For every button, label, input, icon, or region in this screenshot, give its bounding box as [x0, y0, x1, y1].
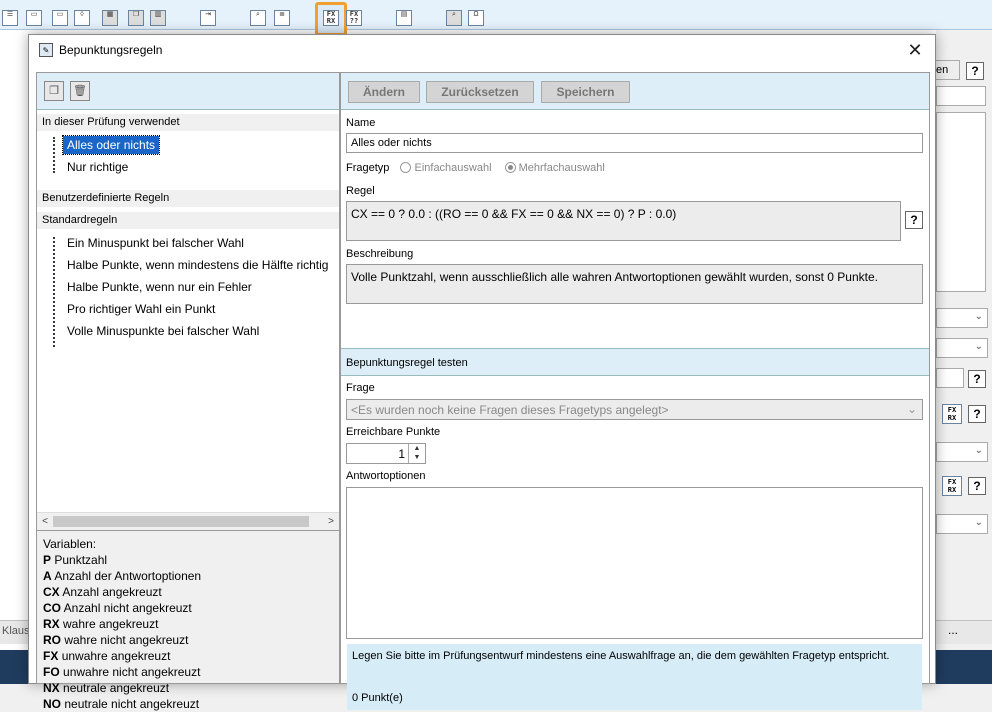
- background-help-button[interactable]: ?: [966, 62, 984, 80]
- description-field[interactable]: Volle Punktzahl, wenn ausschließlich all…: [346, 264, 923, 304]
- rule-label: Regel: [346, 185, 375, 197]
- import-icon[interactable]: ⇥: [200, 10, 216, 26]
- window-edit-icon[interactable]: ▭: [52, 10, 68, 26]
- variable-row: RO wahre nicht angekreuzt: [43, 633, 189, 647]
- rule-formula-field[interactable]: CX == 0 ? 0.0 : ((RO == 0 && FX == 0 && …: [346, 201, 901, 241]
- calculator-icon[interactable]: ▤: [396, 10, 412, 26]
- rules-list-panel: ❐ 🗑 In dieser Prüfung verwendet Alles od…: [36, 72, 343, 711]
- answer-options-label: Antwortoptionen: [346, 470, 426, 482]
- delete-rule-icon[interactable]: 🗑: [70, 81, 90, 101]
- rule-item-standard[interactable]: Pro richtiger Wahl ein Punkt: [63, 300, 219, 318]
- scroll-left-icon[interactable]: <: [37, 513, 53, 530]
- scoring-rules-dialog: ✎ Bepunktungsregeln ✕ ❐ 🗑 In dieser Prüf…: [28, 34, 936, 711]
- omega-icon[interactable]: Ω: [468, 10, 484, 26]
- variable-row: FO unwahre nicht angekreuzt: [43, 665, 201, 679]
- background-combo-4[interactable]: ⌄: [936, 514, 988, 534]
- scroll-right-icon[interactable]: >: [323, 513, 339, 530]
- name-label: Name: [346, 117, 376, 129]
- window-icon[interactable]: ▭: [26, 10, 42, 26]
- variables-title: Variablen:: [43, 537, 97, 551]
- test-result-area: Legen Sie bitte im Prüfungsentwurf minde…: [347, 644, 922, 710]
- background-help-button-3[interactable]: ?: [968, 405, 986, 423]
- fx-rules-icon[interactable]: FX RX: [323, 10, 339, 26]
- background-small-input[interactable]: [936, 368, 964, 388]
- copy-rule-icon[interactable]: ❐: [44, 81, 64, 101]
- dialog-app-icon: ✎: [39, 43, 53, 57]
- rule-details-toolbar: Ändern Zurücksetzen Speichern: [341, 73, 929, 110]
- main-toolbar: ☰ ▭ ▭ ◊ ▦ ❐ ▥ ⇥ ⌕ ≣ FX RX FX?? ▤ ⌕ Ω: [0, 0, 992, 36]
- rule-item-all-or-nothing[interactable]: Alles oder nichts: [61, 135, 161, 155]
- radio-single-choice[interactable]: Einfachauswahl: [400, 162, 492, 174]
- list-icon[interactable]: ☰: [2, 10, 18, 26]
- search-doc-icon[interactable]: ⌕: [446, 10, 462, 26]
- radio-multiple-icon[interactable]: [504, 162, 516, 173]
- background-help-button-4[interactable]: ?: [968, 477, 986, 495]
- change-button[interactable]: Ändern: [348, 81, 420, 103]
- rule-item-standard[interactable]: Ein Minuspunkt bei falscher Wahl: [63, 234, 248, 252]
- name-field[interactable]: Alles oder nichts: [346, 133, 923, 153]
- copy-icon[interactable]: ❐: [128, 10, 144, 26]
- tree-connector: [53, 137, 57, 173]
- variable-row: NX neutrale angekreuzt: [43, 681, 170, 695]
- save-button[interactable]: Speichern: [541, 81, 630, 103]
- background-input[interactable]: [936, 86, 986, 106]
- rule-item-standard[interactable]: Volle Minuspunkte bei falscher Wahl: [63, 322, 263, 340]
- variable-row: CX Anzahl angekreuzt: [43, 585, 162, 599]
- question-label: Frage: [346, 382, 375, 394]
- test-rule-header: Bepunktungsregel testen: [341, 348, 929, 376]
- variable-row: RX wahre angekreuzt: [43, 617, 159, 631]
- background-combo-3[interactable]: ⌄: [936, 442, 988, 462]
- fx-question-icon[interactable]: FX??: [346, 10, 362, 26]
- scrollbar-thumb[interactable]: [53, 516, 309, 527]
- radio-multiple-choice[interactable]: Mehrfachauswahl: [504, 162, 605, 174]
- background-help-button-2[interactable]: ?: [968, 370, 986, 388]
- variable-row: A Anzahl der Antwortoptionen: [43, 569, 202, 583]
- shield-window-icon[interactable]: ◊: [74, 10, 90, 26]
- status-more-button[interactable]: ...: [948, 623, 958, 637]
- horizontal-scrollbar[interactable]: < >: [37, 512, 339, 530]
- test-result: 0 Punkt(e): [352, 692, 403, 704]
- background-textarea[interactable]: [936, 112, 986, 292]
- background-fx-icon[interactable]: FX RX: [942, 404, 962, 424]
- variable-row: FX unwahre angekreuzt: [43, 649, 171, 663]
- background-combo-1[interactable]: ⌄: [936, 308, 988, 328]
- tree-connector-standard: [53, 237, 57, 347]
- question-type-label: Fragetyp Einfachauswahl Mehrfachauswahl: [346, 162, 605, 174]
- variables-legend: Variablen: P Punktzahl A Anzahl der Antw…: [37, 530, 339, 711]
- points-stepper[interactable]: 1 ▲ ▼: [346, 443, 426, 464]
- checklist-icon[interactable]: ≣: [274, 10, 290, 26]
- variable-row: P Punktzahl: [43, 553, 108, 567]
- rule-details-panel: Ändern Zurücksetzen Speichern Name Alles…: [340, 72, 930, 710]
- rule-item-only-correct[interactable]: Nur richtige: [63, 158, 132, 176]
- rule-item-standard[interactable]: Halbe Punkte, wenn nur ein Fehler: [63, 278, 256, 296]
- variable-row: CO Anzahl nicht angekreuzt: [43, 601, 192, 615]
- preview-icon[interactable]: ⌕: [250, 10, 266, 26]
- section-custom-header: Benutzerdefinierte Regeln: [37, 190, 339, 207]
- background-fx-icon-2[interactable]: FX RX: [942, 476, 962, 496]
- section-used-header: In dieser Prüfung verwendet: [37, 114, 339, 131]
- background-button-partial[interactable]: en: [934, 60, 960, 80]
- variable-row: NO neutrale nicht angekreuzt: [43, 697, 200, 711]
- background-combo-2[interactable]: ⌄: [936, 338, 988, 358]
- chevron-down-icon: ⌄: [906, 402, 917, 416]
- answer-options-list[interactable]: [346, 487, 923, 639]
- test-message: Legen Sie bitte im Prüfungsentwurf minde…: [352, 650, 890, 662]
- section-standard-header: Standardregeln: [37, 212, 339, 229]
- rule-item-standard[interactable]: Halbe Punkte, wenn mindestens die Hälfte…: [63, 256, 343, 274]
- stepper-arrows-icon[interactable]: ▲ ▼: [408, 444, 425, 463]
- rule-help-button[interactable]: ?: [905, 211, 923, 229]
- delete-icon[interactable]: ▥: [150, 10, 166, 26]
- dialog-title: Bepunktungsregeln: [59, 43, 163, 57]
- description-label: Beschreibung: [346, 248, 414, 260]
- grid-icon[interactable]: ▦: [102, 10, 118, 26]
- points-label: Erreichbare Punkte: [346, 426, 441, 438]
- reset-button[interactable]: Zurücksetzen: [426, 81, 534, 103]
- status-left-text: Klaus: [2, 625, 30, 637]
- radio-single-icon[interactable]: [400, 162, 412, 173]
- question-select[interactable]: <Es wurden noch keine Fragen dieses Frag…: [346, 399, 923, 420]
- rules-list-toolbar: ❐ 🗑: [37, 73, 339, 110]
- close-icon[interactable]: ✕: [903, 39, 927, 61]
